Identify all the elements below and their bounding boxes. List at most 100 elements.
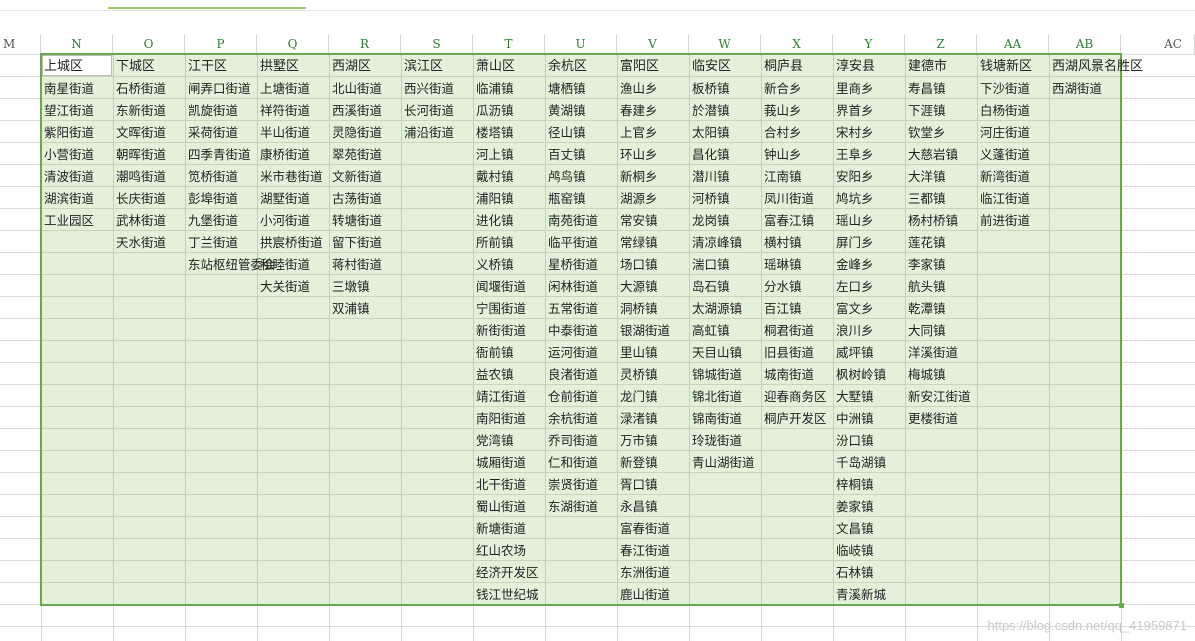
data-cell[interactable]: 北干街道 xyxy=(473,474,526,496)
data-cell[interactable]: 湖滨街道 xyxy=(41,188,94,210)
data-cell[interactable]: 屏门乡 xyxy=(833,232,874,254)
data-cell[interactable]: 常安镇 xyxy=(617,210,658,232)
data-cell[interactable]: 上塘街道 xyxy=(257,78,310,100)
data-cell[interactable]: 蒋村街道 xyxy=(329,254,382,276)
data-cell[interactable]: 湍口镇 xyxy=(689,254,730,276)
column-header-ab[interactable]: AB xyxy=(1049,34,1121,54)
data-cell[interactable]: 横村镇 xyxy=(761,232,802,254)
data-cell[interactable]: 千岛湖镇 xyxy=(833,452,886,474)
data-cell[interactable]: 梅城镇 xyxy=(905,364,946,386)
data-cell[interactable]: 桐君街道 xyxy=(761,320,814,342)
data-cell[interactable]: 梓桐镇 xyxy=(833,474,874,496)
data-cell[interactable]: 渌渚镇 xyxy=(617,408,658,430)
data-cell[interactable]: 古荡街道 xyxy=(329,188,382,210)
data-cell[interactable]: 米市巷街道 xyxy=(257,166,323,188)
data-cell[interactable]: 三都镇 xyxy=(905,188,946,210)
data-cell[interactable]: 运河街道 xyxy=(545,342,598,364)
data-cell[interactable]: 湖源乡 xyxy=(617,188,658,210)
data-cell[interactable]: 前进街道 xyxy=(977,210,1030,232)
data-cell[interactable]: 渔山乡 xyxy=(617,78,658,100)
data-cell[interactable]: 浦沿街道 xyxy=(401,122,454,144)
data-cell[interactable]: 青溪新城 xyxy=(833,584,886,606)
data-cell[interactable]: 瓶窑镇 xyxy=(545,188,586,210)
data-cell[interactable]: 长河街道 xyxy=(401,100,454,122)
data-cell[interactable]: 新桐乡 xyxy=(617,166,658,188)
data-cell[interactable]: 新塘街道 xyxy=(473,518,526,540)
data-cell[interactable]: 安阳乡 xyxy=(833,166,874,188)
data-cell[interactable]: 潜川镇 xyxy=(689,166,730,188)
header-cell[interactable]: 余杭区 xyxy=(545,56,587,78)
data-cell[interactable]: 新安江街道 xyxy=(905,386,971,408)
data-cell[interactable]: 浦阳镇 xyxy=(473,188,514,210)
data-cell[interactable]: 临平街道 xyxy=(545,232,598,254)
data-cell[interactable]: 留下街道 xyxy=(329,232,382,254)
data-cell[interactable]: 翠苑街道 xyxy=(329,144,382,166)
data-cell[interactable]: 昌化镇 xyxy=(689,144,730,166)
column-header-s[interactable]: S xyxy=(401,34,473,54)
data-cell[interactable]: 衙前镇 xyxy=(473,342,514,364)
data-cell[interactable]: 瓜沥镇 xyxy=(473,100,514,122)
sheet-tab-fragment[interactable] xyxy=(108,0,306,9)
column-header-n[interactable]: N xyxy=(41,34,113,54)
data-cell[interactable]: 玲珑街道 xyxy=(689,430,742,452)
data-cell[interactable]: 胥口镇 xyxy=(617,474,658,496)
data-cell[interactable]: 南阳街道 xyxy=(473,408,526,430)
data-cell[interactable]: 下沙街道 xyxy=(977,78,1030,100)
data-cell[interactable]: 金峰乡 xyxy=(833,254,874,276)
data-cell[interactable]: 闸弄口街道 xyxy=(185,78,251,100)
column-header-x[interactable]: X xyxy=(761,34,833,54)
data-cell[interactable]: 更楼街道 xyxy=(905,408,958,430)
data-cell[interactable]: 石林镇 xyxy=(833,562,874,584)
data-cell[interactable]: 丁兰街道 xyxy=(185,232,238,254)
data-cell[interactable]: 大洋镇 xyxy=(905,166,946,188)
data-cell[interactable]: 桐庐开发区 xyxy=(761,408,827,430)
data-cell[interactable]: 长庆街道 xyxy=(113,188,166,210)
data-cell[interactable]: 笕桥街道 xyxy=(185,166,238,188)
data-cell[interactable]: 百江镇 xyxy=(761,298,802,320)
data-cell[interactable]: 楼塔镇 xyxy=(473,122,514,144)
data-cell[interactable]: 万市镇 xyxy=(617,430,658,452)
data-cell[interactable]: 仁和街道 xyxy=(545,452,598,474)
header-cell[interactable]: 西湖区 xyxy=(329,56,371,78)
header-cell[interactable]: 萧山区 xyxy=(473,56,515,78)
data-cell[interactable]: 崇贤街道 xyxy=(545,474,598,496)
data-cell[interactable]: 春江街道 xyxy=(617,540,670,562)
data-cell[interactable]: 临岐镇 xyxy=(833,540,874,562)
data-cell[interactable]: 闲林街道 xyxy=(545,276,598,298)
data-cell[interactable]: 良渚街道 xyxy=(545,364,598,386)
data-cell[interactable]: 龙门镇 xyxy=(617,386,658,408)
data-cell[interactable]: 东新街道 xyxy=(113,100,166,122)
data-cell[interactable]: 锦南街道 xyxy=(689,408,742,430)
data-cell[interactable]: 党湾镇 xyxy=(473,430,514,452)
column-header-m[interactable]: M xyxy=(0,34,41,54)
data-cell[interactable]: 拱宸桥街道 xyxy=(257,232,323,254)
data-cell[interactable]: 四季青街道 xyxy=(185,144,251,166)
data-cell[interactable]: 义蓬街道 xyxy=(977,144,1030,166)
data-cell[interactable]: 靖江街道 xyxy=(473,386,526,408)
data-cell[interactable]: 河庄街道 xyxy=(977,122,1030,144)
data-cell[interactable]: 东湖街道 xyxy=(545,496,598,518)
data-cell[interactable]: 岛石镇 xyxy=(689,276,730,298)
data-cell[interactable]: 星桥街道 xyxy=(545,254,598,276)
data-cell[interactable]: 莪山乡 xyxy=(761,100,802,122)
data-cell[interactable]: 汾口镇 xyxy=(833,430,874,452)
data-cell[interactable]: 城厢街道 xyxy=(473,452,526,474)
data-cell[interactable]: 中洲镇 xyxy=(833,408,874,430)
data-cell[interactable]: 李家镇 xyxy=(905,254,946,276)
data-cell[interactable]: 文新街道 xyxy=(329,166,382,188)
data-cell[interactable]: 小营街道 xyxy=(41,144,94,166)
fill-handle[interactable] xyxy=(1119,603,1124,608)
data-cell[interactable]: 威坪镇 xyxy=(833,342,874,364)
data-cell[interactable]: 鸠坑乡 xyxy=(833,188,874,210)
data-cell[interactable]: 天目山镇 xyxy=(689,342,742,364)
data-cell[interactable]: 杨村桥镇 xyxy=(905,210,958,232)
data-cell[interactable]: 彭埠街道 xyxy=(185,188,238,210)
data-cell[interactable]: 钟山乡 xyxy=(761,144,802,166)
data-cell[interactable]: 所前镇 xyxy=(473,232,514,254)
header-cell[interactable]: 拱墅区 xyxy=(257,56,299,78)
data-cell[interactable]: 仓前街道 xyxy=(545,386,598,408)
data-cell[interactable]: 五常街道 xyxy=(545,298,598,320)
data-cell[interactable]: 里商乡 xyxy=(833,78,874,100)
column-header-w[interactable]: W xyxy=(689,34,761,54)
data-cell[interactable]: 半山街道 xyxy=(257,122,310,144)
